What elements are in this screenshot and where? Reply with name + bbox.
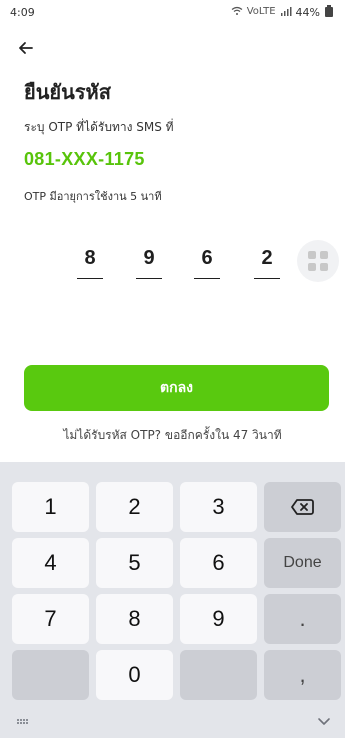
status-bar: 4:09 VoLTE 44%	[0, 0, 345, 24]
key-4[interactable]: 4	[12, 538, 89, 588]
keyboard-bottom-row	[0, 706, 345, 738]
battery-icon	[325, 5, 333, 17]
backspace-icon	[290, 499, 314, 515]
key-9[interactable]: 9	[180, 594, 257, 644]
chevron-down-icon	[318, 718, 330, 725]
resend-otp-text: ไม่ได้รับรหัส OTP? ขออีกครั้งใน 47 วินาท…	[63, 428, 282, 442]
battery-percent: 44%	[295, 5, 320, 19]
key-7[interactable]: 7	[12, 594, 89, 644]
otp-digit-2[interactable]: 9	[136, 244, 162, 279]
key-2[interactable]: 2	[96, 482, 173, 532]
back-button[interactable]	[14, 36, 38, 60]
key-6[interactable]: 6	[180, 538, 257, 588]
done-key[interactable]: Done	[264, 538, 341, 588]
keyboard-switch-button[interactable]	[12, 713, 32, 729]
keyboard-switch-icon	[16, 718, 28, 724]
key-1[interactable]: 1	[12, 482, 89, 532]
key-8[interactable]: 8	[96, 594, 173, 644]
status-time: 4:09	[10, 5, 35, 19]
volte-label: VoLTE	[246, 6, 276, 17]
key-5[interactable]: 5	[96, 538, 173, 588]
arrow-left-icon	[19, 42, 33, 54]
dot-key[interactable]: .	[264, 594, 341, 644]
comma-key[interactable]: ,	[264, 650, 341, 700]
otp-expiry-note: OTP มีอายุการใช้งาน 5 นาที	[24, 190, 162, 203]
otp-digit-4[interactable]: 2	[254, 244, 280, 279]
wifi-icon	[231, 6, 243, 19]
otp-grid-button[interactable]	[297, 240, 339, 282]
signal-icon	[280, 6, 292, 19]
grid-icon	[308, 251, 328, 271]
status-right: VoLTE 44%	[231, 5, 333, 19]
otp-digit-3[interactable]: 6	[194, 244, 220, 279]
key-3[interactable]: 3	[180, 482, 257, 532]
key-0[interactable]: 0	[96, 650, 173, 700]
masked-phone-number: 081-XXX-1175	[24, 149, 145, 169]
collapse-keyboard-button[interactable]	[313, 710, 335, 732]
otp-instruction: ระบุ OTP ที่ได้รับทาง SMS ที่	[24, 120, 174, 134]
blank-key-right	[180, 650, 257, 700]
otp-digit-1[interactable]: 8	[77, 244, 103, 279]
backspace-key[interactable]	[264, 482, 341, 532]
blank-key-left	[12, 650, 89, 700]
numeric-keyboard: 1 2 3 4 5 6 Done 7 8 9 . 0 ,	[0, 462, 345, 738]
page-title: ยืนยันรหัส	[24, 82, 111, 104]
confirm-button[interactable]: ตกลง	[24, 365, 329, 411]
